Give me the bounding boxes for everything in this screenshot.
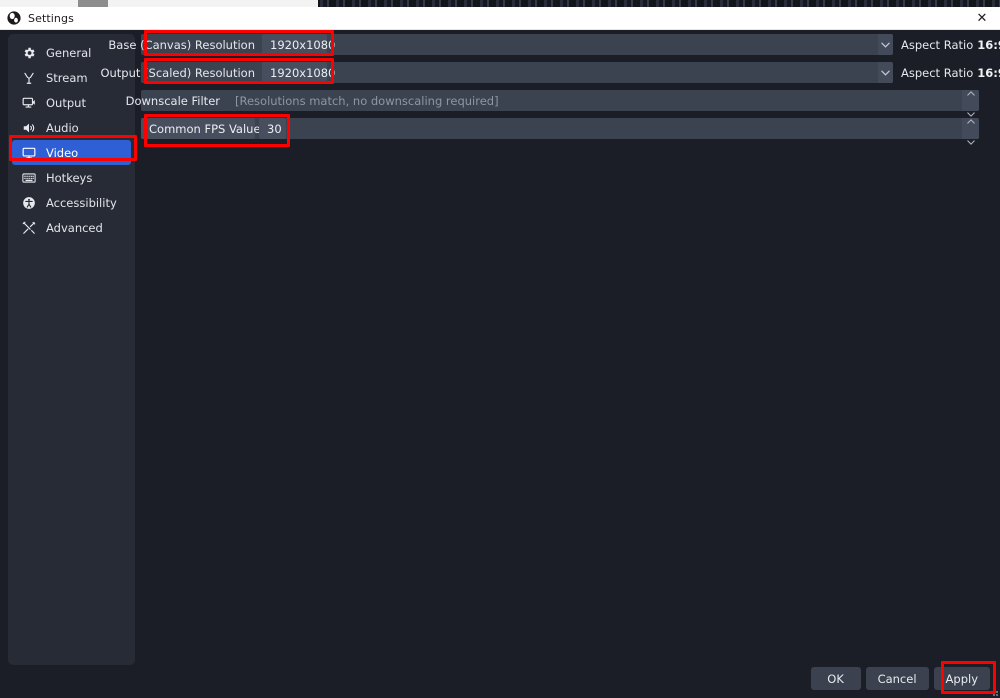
base-canvas-resolution-label: Base (Canvas) Resolution <box>108 37 255 52</box>
accessibility-icon <box>21 195 37 211</box>
output-scaled-resolution-dropdown-button[interactable] <box>878 62 893 83</box>
desktop-background-strip <box>0 0 1000 7</box>
dialog-body: General Stream Output Audio Video Hotkey… <box>0 30 1000 698</box>
obs-logo-icon <box>7 11 21 25</box>
apply-button[interactable]: Apply <box>933 667 990 690</box>
sidebar-item-label: Stream <box>46 70 88 85</box>
settings-window: Settings ✕ General Stream Output Audio V… <box>0 7 1000 698</box>
desktop-white-window <box>0 0 318 7</box>
sidebar-item-label: Accessibility <box>46 195 117 210</box>
common-fps-values-select[interactable]: Common FPS Values <box>141 118 278 139</box>
sidebar-item-label: Output <box>46 95 86 110</box>
aspect-ratio-label: Aspect Ratio <box>901 37 974 52</box>
sidebar-item-video[interactable]: Video <box>12 140 131 165</box>
aspect-ratio-label: Aspect Ratio <box>901 65 974 80</box>
downscale-filter-value: [Resolutions match, no downscaling requi… <box>235 93 499 108</box>
sidebar-item-label: General <box>46 45 92 60</box>
video-settings-form: Base (Canvas) Resolution 1920x1080 Aspec… <box>100 30 1000 666</box>
base-aspect-ratio: Aspect Ratio 16:9 <box>901 34 1000 55</box>
aspect-ratio-value: 16:9 <box>977 65 1000 80</box>
chevron-up-icon <box>966 109 975 128</box>
output-monitor-icon <box>21 95 37 111</box>
aspect-ratio-value: 16:9 <box>977 37 1000 52</box>
speaker-icon <box>21 120 37 136</box>
chevron-down-icon <box>881 70 890 76</box>
chevron-up-icon <box>966 81 975 100</box>
sidebar-item-advanced[interactable]: Advanced <box>12 215 131 240</box>
sidebar-item-output[interactable]: Output <box>12 90 131 115</box>
settings-sidebar: General Stream Output Audio Video Hotkey… <box>8 34 135 665</box>
base-canvas-resolution-row: Base (Canvas) Resolution 1920x1080 Aspec… <box>108 34 1000 55</box>
sidebar-item-accessibility[interactable]: Accessibility <box>12 190 131 215</box>
keyboard-icon <box>21 170 37 186</box>
ok-button[interactable]: OK <box>810 667 861 690</box>
sidebar-item-label: Hotkeys <box>46 170 93 185</box>
base-canvas-resolution-input[interactable]: 1920x1080 <box>262 34 335 55</box>
tools-icon <box>21 220 37 236</box>
resize-grip[interactable] <box>990 688 998 696</box>
base-canvas-resolution-dropdown-button[interactable] <box>878 34 893 55</box>
sidebar-item-label: Video <box>46 145 79 160</box>
downscale-filter-input[interactable]: [Resolutions match, no downscaling requi… <box>227 90 687 111</box>
desktop-taskbar-tab <box>78 0 108 7</box>
common-fps-value-field[interactable]: 30 <box>259 118 286 139</box>
output-scaled-resolution-input[interactable]: 1920x1080 <box>262 62 335 83</box>
common-fps-values-row: Common FPS Values 30 <box>141 118 1000 145</box>
sidebar-item-label: Audio <box>46 120 79 135</box>
common-fps-values-label: Common FPS Values <box>149 121 267 136</box>
common-fps-values-spinner[interactable] <box>962 118 979 145</box>
base-canvas-resolution-value: 1920x1080 <box>270 37 336 52</box>
sidebar-item-label: Advanced <box>46 220 103 235</box>
downscale-filter-row: Downscale Filter [Resolutions match, no … <box>125 90 1000 117</box>
sidebar-item-audio[interactable]: Audio <box>12 115 131 140</box>
downscale-filter-label: Downscale Filter <box>125 93 220 108</box>
broadcast-icon <box>21 70 37 86</box>
cancel-button[interactable]: Cancel <box>865 667 929 690</box>
sidebar-item-hotkeys[interactable]: Hotkeys <box>12 165 131 190</box>
chevron-down-icon <box>966 130 975 149</box>
output-aspect-ratio: Aspect Ratio 16:9 <box>901 62 1000 83</box>
title-bar: Settings ✕ <box>0 7 1000 30</box>
dialog-footer: OK Cancel Apply <box>810 667 990 690</box>
output-scaled-resolution-row: Output (Scaled) Resolution 1920x1080 Asp… <box>100 62 1000 83</box>
window-title: Settings <box>28 11 74 25</box>
output-scaled-resolution-label: Output (Scaled) Resolution <box>100 65 255 80</box>
monitor-icon <box>21 145 37 161</box>
close-icon[interactable]: ✕ <box>964 7 1000 29</box>
gear-icon <box>21 45 37 61</box>
common-fps-value: 30 <box>267 121 282 136</box>
output-scaled-resolution-value: 1920x1080 <box>270 65 336 80</box>
chevron-down-icon <box>881 42 890 48</box>
